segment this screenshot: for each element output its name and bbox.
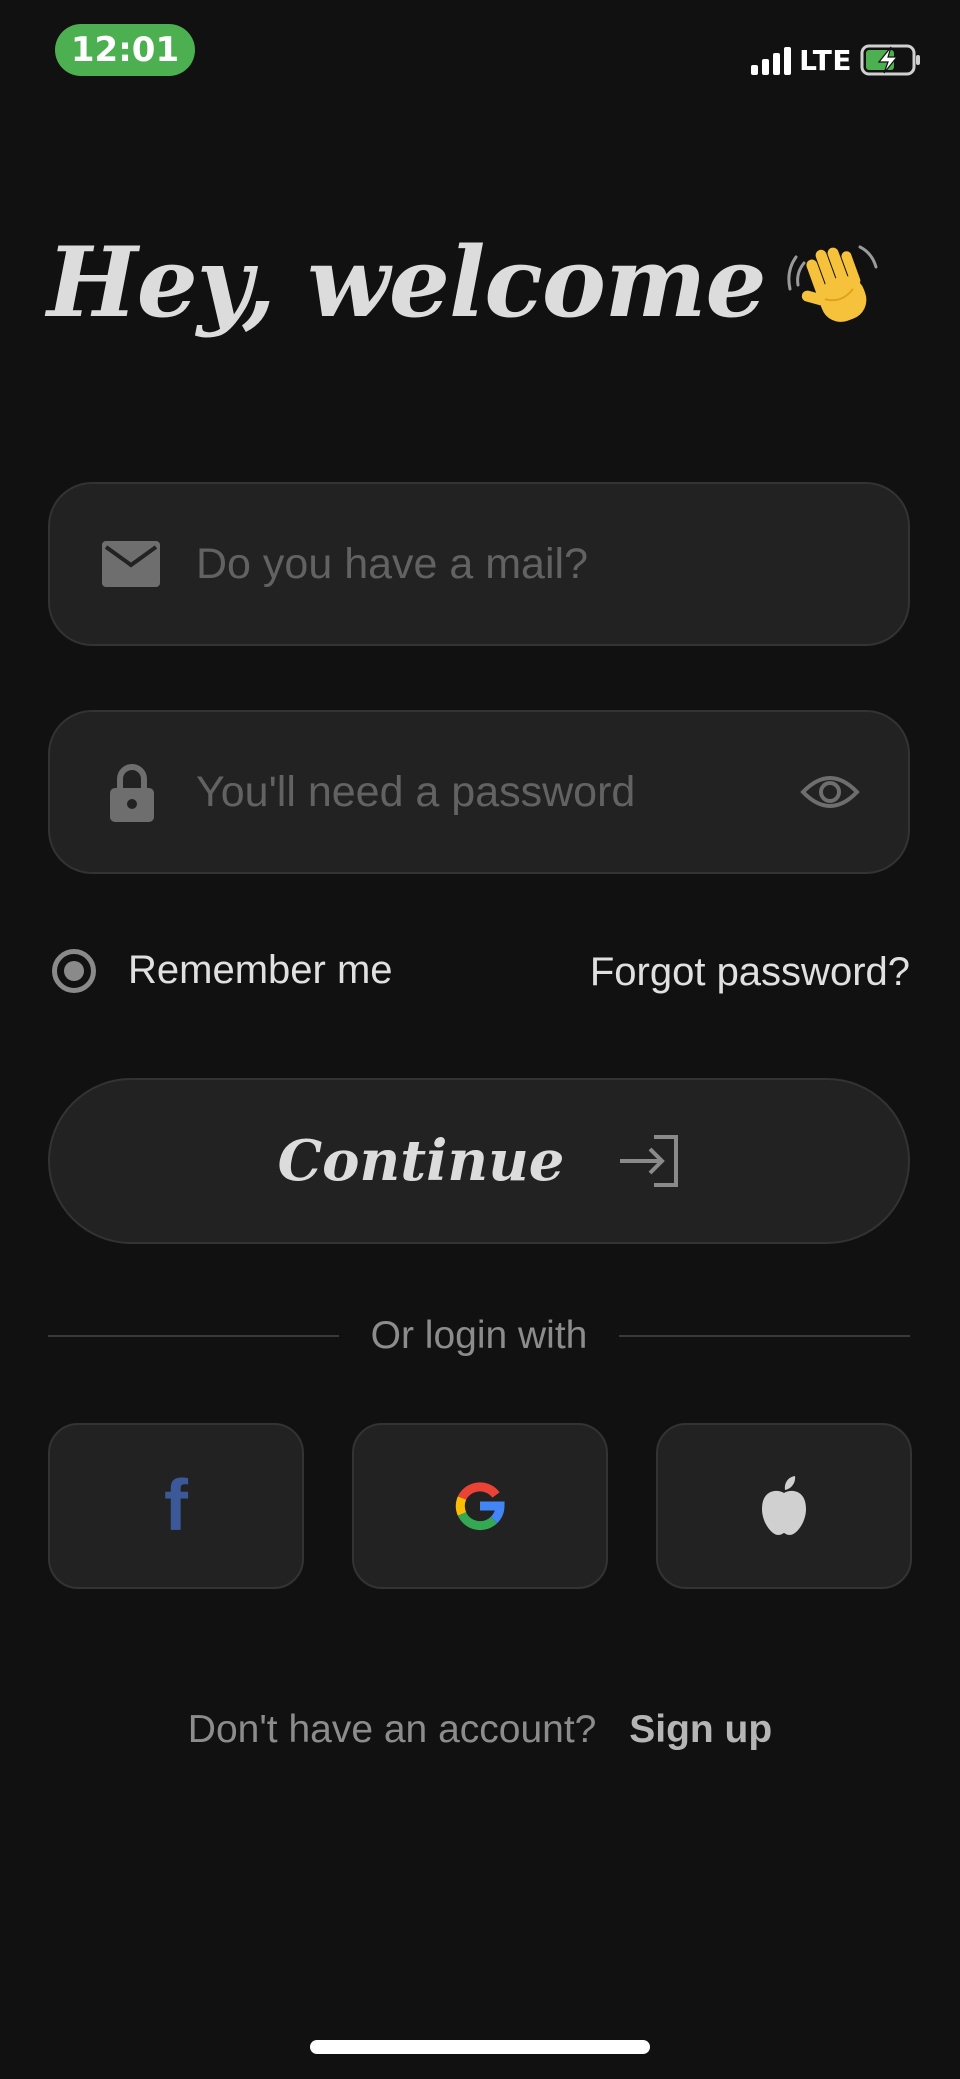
divider-line-right bbox=[619, 1335, 910, 1337]
divider-text: Or login with bbox=[370, 1314, 588, 1357]
status-time: 12:01 bbox=[55, 24, 195, 76]
mail-icon bbox=[102, 541, 160, 587]
battery-charging-icon bbox=[860, 44, 920, 76]
email-input[interactable] bbox=[196, 484, 816, 644]
welcome-heading: Hey, welcome bbox=[47, 230, 886, 336]
signup-link[interactable]: Sign up bbox=[629, 1708, 772, 1751]
lock-icon bbox=[110, 764, 154, 822]
waving-hand-icon bbox=[786, 245, 878, 322]
cellular-signal-icon bbox=[751, 45, 792, 75]
apple-login-button[interactable] bbox=[656, 1423, 912, 1589]
eye-icon[interactable] bbox=[800, 772, 860, 812]
page-title: Hey, welcome bbox=[47, 226, 767, 339]
home-indicator[interactable] bbox=[310, 2040, 650, 2054]
continue-label: Continue bbox=[277, 1128, 565, 1194]
divider-line-left bbox=[48, 1335, 339, 1337]
status-indicators: LTE bbox=[751, 40, 922, 80]
login-divider: Or login with bbox=[48, 1314, 910, 1358]
radio-checked-icon[interactable] bbox=[52, 948, 96, 993]
email-field[interactable] bbox=[48, 482, 910, 646]
remember-me-label: Remember me bbox=[128, 948, 393, 992]
remember-me-toggle[interactable]: Remember me bbox=[52, 948, 393, 993]
login-arrow-icon bbox=[620, 1135, 679, 1187]
signup-question: Don't have an account? bbox=[187, 1708, 597, 1751]
google-login-button[interactable] bbox=[352, 1423, 608, 1589]
google-icon bbox=[455, 1482, 505, 1531]
network-label: LTE bbox=[799, 43, 852, 77]
signup-prompt: Don't have an account? Sign up bbox=[0, 1708, 960, 1752]
password-field[interactable] bbox=[48, 710, 910, 874]
password-input[interactable] bbox=[196, 712, 816, 872]
forgot-password-link[interactable]: Forgot password? bbox=[590, 950, 910, 995]
continue-button[interactable]: Continue bbox=[48, 1078, 910, 1244]
facebook-login-button[interactable]: f bbox=[48, 1423, 304, 1589]
facebook-icon: f bbox=[164, 1466, 188, 1546]
apple-icon bbox=[762, 1476, 806, 1535]
